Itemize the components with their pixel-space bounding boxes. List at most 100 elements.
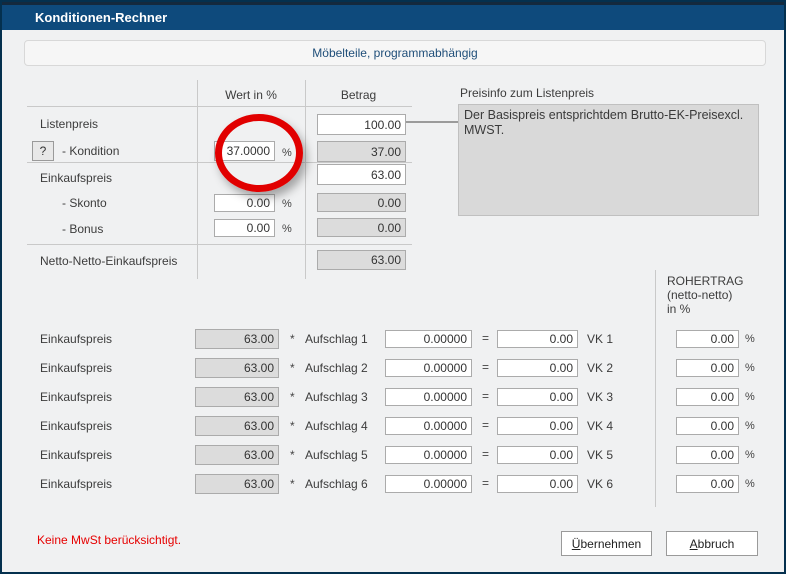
- rohertrag-percent-sign: %: [745, 420, 755, 432]
- calc-row-6: Einkaufspreis * Aufschlag 6 = VK 6 %: [2, 474, 786, 495]
- column-header-betrag: Betrag: [305, 88, 412, 102]
- rohertrag-header: ROHERTRAG (netto-netto) in %: [667, 274, 743, 316]
- multiply-sign: *: [290, 390, 295, 404]
- listenpreis-betrag-input[interactable]: [317, 114, 406, 135]
- grid-hline-header: [27, 106, 412, 107]
- preisinfo-text: Der Basispreis entsprichtdem Brutto-EK-P…: [464, 108, 743, 137]
- kondition-help-button[interactable]: ?: [32, 141, 54, 161]
- preisinfo-label: Preisinfo zum Listenpreis: [460, 86, 594, 100]
- aufschlag-label: Aufschlag 4: [305, 419, 368, 433]
- rohertrag-input[interactable]: [676, 330, 739, 348]
- aufschlag-input[interactable]: [385, 330, 472, 348]
- column-header-wert: Wert in %: [197, 88, 305, 102]
- calc-ek-label: Einkaufspreis: [40, 448, 112, 462]
- vk-label: VK 3: [587, 390, 613, 404]
- aufschlag-input[interactable]: [385, 359, 472, 377]
- skonto-label: - Skonto: [62, 196, 107, 210]
- rohertrag-input[interactable]: [676, 417, 739, 435]
- vk-input[interactable]: [497, 475, 578, 493]
- multiply-sign: *: [290, 332, 295, 346]
- einkaufspreis-betrag-input[interactable]: [317, 164, 406, 185]
- bonus-label: - Bonus: [62, 222, 103, 236]
- grid-hline-netto: [27, 244, 412, 245]
- uebernehmen-label-rest: bernehmen: [580, 537, 641, 551]
- multiply-sign: *: [290, 361, 295, 375]
- kondition-betrag-field: [317, 141, 406, 162]
- grid-vline-betrag: [305, 80, 306, 279]
- banner-label: Möbelteile, programmabhängig: [312, 46, 477, 60]
- kondition-wert-input[interactable]: [214, 141, 275, 161]
- rohertrag-percent-sign: %: [745, 478, 755, 490]
- calc-row-3: Einkaufspreis * Aufschlag 3 = VK 3 %: [2, 387, 786, 408]
- grid-hline-kondition: [27, 162, 412, 163]
- vk-input[interactable]: [497, 446, 578, 464]
- rohertrag-input[interactable]: [676, 359, 739, 377]
- bonus-betrag-field: [317, 218, 406, 237]
- vk-label: VK 4: [587, 419, 613, 433]
- calc-row-1: Einkaufspreis * Aufschlag 1 = VK 1 %: [2, 329, 786, 350]
- aufschlag-label: Aufschlag 3: [305, 390, 368, 404]
- multiply-sign: *: [290, 448, 295, 462]
- mwst-note: Keine MwSt berücksichtigt.: [37, 533, 181, 547]
- equals-sign: =: [482, 447, 489, 461]
- aufschlag-label: Aufschlag 6: [305, 477, 368, 491]
- netto-netto-betrag-field: [317, 250, 406, 270]
- vk-label: VK 5: [587, 448, 613, 462]
- einkaufspreis-label: Einkaufspreis: [40, 171, 112, 185]
- vk-label: VK 1: [587, 332, 613, 346]
- vk-input[interactable]: [497, 417, 578, 435]
- rohertrag-header-line2: (netto-netto): [667, 288, 743, 302]
- calc-row-2: Einkaufspreis * Aufschlag 2 = VK 2 %: [2, 358, 786, 379]
- calc-ek-field: [195, 474, 279, 494]
- window-title: Konditionen-Rechner: [35, 10, 167, 25]
- vk-input[interactable]: [497, 388, 578, 406]
- equals-sign: =: [482, 476, 489, 490]
- calc-ek-field: [195, 387, 279, 407]
- skonto-betrag-field: [317, 193, 406, 212]
- aufschlag-label: Aufschlag 1: [305, 332, 368, 346]
- calc-row-4: Einkaufspreis * Aufschlag 4 = VK 4 %: [2, 416, 786, 437]
- rohertrag-input[interactable]: [676, 388, 739, 406]
- bonus-percent-sign: %: [282, 223, 292, 235]
- calc-ek-field: [195, 416, 279, 436]
- calc-ek-label: Einkaufspreis: [40, 332, 112, 346]
- rohertrag-percent-sign: %: [745, 449, 755, 461]
- konditionen-rechner-dialog: Konditionen-Rechner Möbelteile, programm…: [0, 0, 786, 574]
- equals-sign: =: [482, 389, 489, 403]
- equals-sign: =: [482, 360, 489, 374]
- rohertrag-percent-sign: %: [745, 391, 755, 403]
- abbruch-button[interactable]: Abbruch: [666, 531, 758, 556]
- calc-ek-label: Einkaufspreis: [40, 361, 112, 375]
- preisinfo-textbox: Der Basispreis entsprichtdem Brutto-EK-P…: [458, 104, 759, 216]
- aufschlag-input[interactable]: [385, 388, 472, 406]
- skonto-percent-sign: %: [282, 198, 292, 210]
- netto-netto-label: Netto-Netto-Einkaufspreis: [40, 254, 177, 268]
- skonto-wert-input[interactable]: [214, 194, 275, 212]
- calc-row-5: Einkaufspreis * Aufschlag 5 = VK 5 %: [2, 445, 786, 466]
- title-bar: Konditionen-Rechner: [2, 2, 784, 30]
- multiply-sign: *: [290, 419, 295, 433]
- rohertrag-input[interactable]: [676, 475, 739, 493]
- aufschlag-input[interactable]: [385, 446, 472, 464]
- aufschlag-input[interactable]: [385, 417, 472, 435]
- rohertrag-percent-sign: %: [745, 362, 755, 374]
- aufschlag-label: Aufschlag 2: [305, 361, 368, 375]
- rohertrag-input[interactable]: [676, 446, 739, 464]
- calc-ek-field: [195, 358, 279, 378]
- kondition-percent-sign: %: [282, 147, 292, 159]
- program-banner: Möbelteile, programmabhängig: [24, 40, 766, 66]
- multiply-sign: *: [290, 477, 295, 491]
- calc-ek-label: Einkaufspreis: [40, 390, 112, 404]
- abbruch-accelerator: A: [690, 537, 698, 551]
- calc-ek-label: Einkaufspreis: [40, 477, 112, 491]
- vk-input[interactable]: [497, 330, 578, 348]
- listenpreis-label: Listenpreis: [40, 117, 98, 131]
- bonus-wert-input[interactable]: [214, 219, 275, 237]
- vk-input[interactable]: [497, 359, 578, 377]
- rohertrag-header-line1: ROHERTRAG: [667, 274, 743, 288]
- aufschlag-input[interactable]: [385, 475, 472, 493]
- kondition-label: - Kondition: [62, 144, 119, 158]
- equals-sign: =: [482, 418, 489, 432]
- uebernehmen-button[interactable]: Übernehmen: [561, 531, 652, 556]
- abbruch-label-rest: bbruch: [698, 537, 735, 551]
